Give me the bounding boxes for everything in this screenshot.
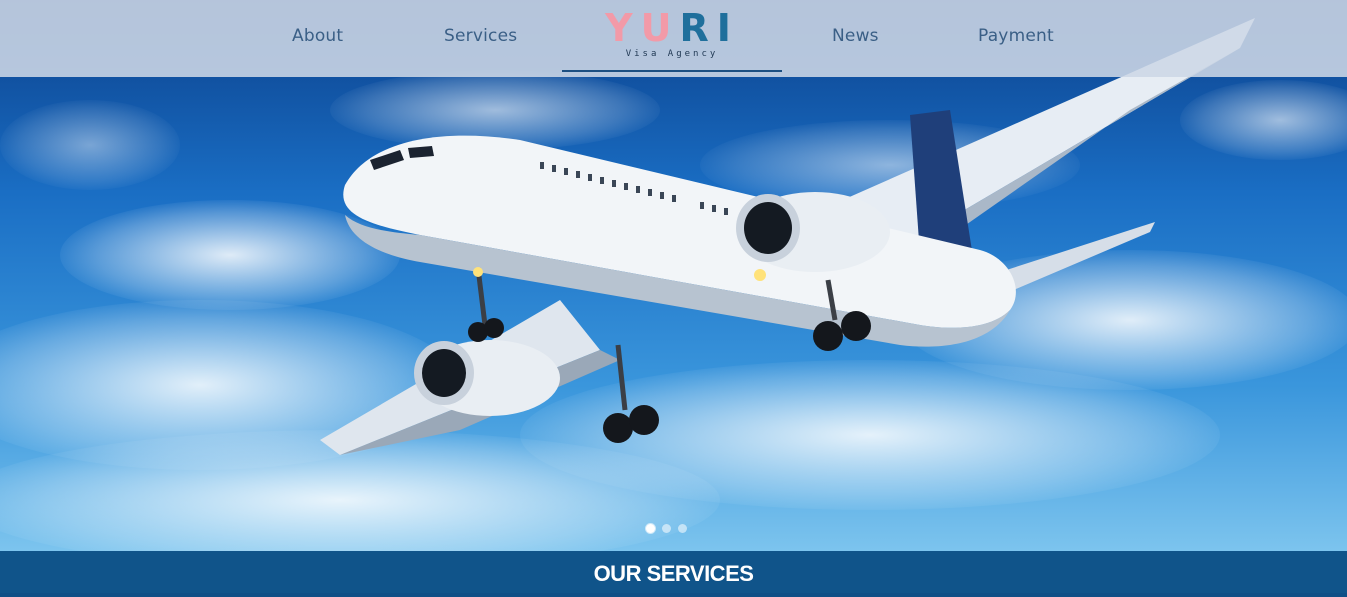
logo-wordmark: YURI [562, 8, 782, 48]
site-logo[interactable]: YURI Visa Agency [562, 6, 782, 72]
carousel-indicators [646, 524, 687, 533]
carousel-dot-1[interactable] [646, 524, 655, 533]
airplane-illustration [320, 18, 1255, 455]
logo-word-part1: YU [605, 6, 680, 50]
top-navigation-bar: About Services YURI Visa Agency News Pay… [0, 0, 1347, 77]
nav-link-news[interactable]: News [832, 26, 879, 46]
nav-link-about[interactable]: About [292, 26, 343, 46]
logo-word-part2: RI [679, 6, 739, 50]
nav-link-services[interactable]: Services [444, 26, 517, 46]
carousel-dot-2[interactable] [662, 524, 671, 533]
hero-banner [0, 0, 1347, 551]
carousel-dot-3[interactable] [678, 524, 687, 533]
section-title: OUR SERVICES [593, 561, 754, 586]
services-section-header: OUR SERVICES [0, 551, 1347, 593]
nav-link-payment[interactable]: Payment [978, 26, 1054, 46]
logo-tagline: Visa Agency [625, 49, 719, 59]
